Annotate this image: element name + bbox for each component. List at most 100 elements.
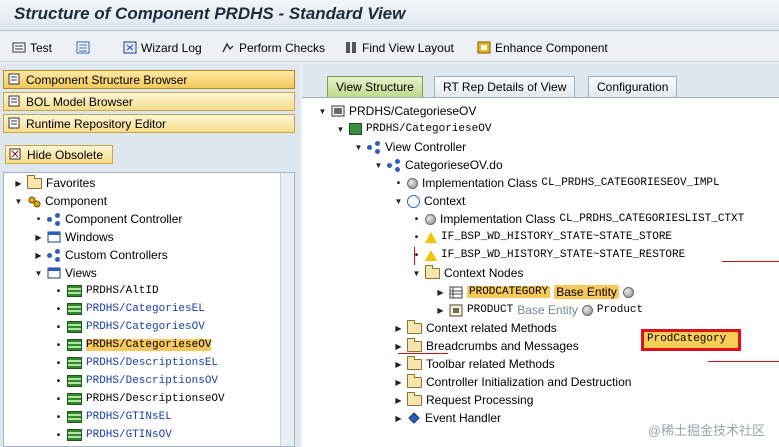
expand-arrow-icon[interactable]: ▶ [436, 288, 445, 297]
view-icon [67, 411, 82, 423]
checks-icon [221, 41, 235, 54]
component-tree: ▶ Favorites ▼ Component • Component Cont… [3, 172, 295, 447]
test-label: Test [30, 40, 53, 55]
collapse-arrow-icon[interactable]: ▼ [34, 269, 43, 278]
tree-label: PRDHS/AltID [86, 285, 159, 297]
collapse-arrow-icon[interactable]: ▼ [394, 197, 403, 206]
folder-icon [407, 355, 422, 370]
tree-label: PRDHS/GTINsOV [86, 429, 172, 441]
annotation-line [398, 353, 448, 354]
tree-label: CategorieseOV.do [405, 158, 503, 172]
find-view-layout-button[interactable]: Find View Layout [344, 39, 454, 56]
view-item[interactable]: • PRDHS/CategoriesOV [54, 318, 205, 336]
collapse-arrow-icon[interactable]: ▼ [412, 269, 421, 278]
expand-arrow-icon[interactable]: ▶ [394, 324, 403, 333]
hide-obsolete-button[interactable]: Hide Obsolete [5, 145, 113, 164]
node-icon [449, 286, 463, 299]
tree-ctx-impl-class[interactable]: • Implementation Class CL_PRDHS_CATEGORI… [412, 210, 745, 228]
test-button[interactable]: Test [12, 39, 52, 56]
tree-view[interactable]: ▼ PRDHS/CategorieseOV [336, 120, 491, 138]
expand-arrow-icon[interactable]: ▶ [394, 342, 403, 351]
tree-item-views[interactable]: ▼ Views [34, 264, 97, 282]
bullet-icon: • [56, 393, 61, 405]
bol-model-browser-button[interactable]: BOL Model Browser [3, 92, 295, 111]
view-icon [67, 285, 82, 297]
collapse-arrow-icon[interactable]: ▼ [318, 107, 327, 116]
tree-node-product[interactable]: ▶ PRODUCT Base Entity Product [436, 301, 643, 319]
tree-item-component-controller[interactable]: • Component Controller [34, 210, 183, 228]
tree-impl-class[interactable]: • Implementation Class CL_PRDHS_CATEGORI… [394, 174, 720, 192]
runtime-repository-editor-button[interactable]: Runtime Repository Editor [3, 114, 295, 133]
view-icon [67, 393, 82, 405]
vertical-scrollbar[interactable] [280, 173, 294, 446]
tab-configuration[interactable]: Configuration [588, 76, 678, 97]
tab-view-structure[interactable]: View Structure [327, 76, 423, 97]
tree-root[interactable]: ▼ PRDHS/CategorieseOV [318, 102, 477, 120]
expand-arrow-icon[interactable]: ▶ [394, 396, 403, 405]
highlighted-entity-value: ProdCategory [641, 329, 741, 351]
view-item[interactable]: • PRDHS/CategoriesEL [54, 300, 205, 318]
tree-folder[interactable]: ▶ Request Processing [394, 391, 533, 409]
base-entity-label: Base Entity [554, 285, 619, 299]
list-button[interactable] [76, 39, 90, 56]
tree-node-prodcategory[interactable]: ▶ PRODCATEGORY Base Entity [436, 283, 634, 301]
bullet-icon: • [396, 177, 401, 189]
view-item[interactable]: • PRDHS/AltID [54, 282, 159, 300]
controller-icon [47, 248, 61, 262]
tree-view-controller[interactable]: ▼ View Controller [354, 138, 467, 156]
tree-method-store[interactable]: • IF_BSP_WD_HISTORY_STATE~STATE_STORE [412, 228, 672, 246]
component-structure-browser-button[interactable]: Component Structure Browser [3, 70, 295, 89]
expand-arrow-icon[interactable]: ▶ [394, 378, 403, 387]
perform-checks-button[interactable]: Perform Checks [221, 39, 325, 56]
tree-label: Implementation Class [422, 176, 538, 190]
component-icon [27, 195, 41, 208]
view-item[interactable]: • PRDHS/GTINsOV [54, 426, 172, 444]
tree-label: Views [65, 266, 97, 280]
expand-arrow-icon[interactable]: ▶ [34, 251, 43, 260]
collapse-arrow-icon[interactable]: ▼ [14, 197, 23, 206]
expand-arrow-icon[interactable]: ▶ [34, 233, 43, 242]
annotation-line [722, 261, 779, 262]
tree-event-handler[interactable]: ▶ Event Handler [394, 409, 501, 427]
perform-checks-label: Perform Checks [239, 40, 326, 55]
tree-label: PRDHS/CategorieseOV [349, 104, 477, 118]
tree-folder[interactable]: ▶ Toolbar related Methods [394, 355, 555, 373]
enhance-component-button[interactable]: Enhance Component [477, 39, 608, 56]
view-item[interactable]: • PRDHS/DescriptionseOV [54, 390, 225, 408]
expand-arrow-icon[interactable]: ▶ [394, 360, 403, 369]
tree-item-custom-controllers[interactable]: ▶ Custom Controllers [34, 246, 167, 264]
view-icon [67, 357, 82, 369]
tree-context-nodes[interactable]: ▼ Context Nodes [412, 264, 523, 282]
tree-folder[interactable]: ▶ Controller Initialization and Destruct… [394, 373, 631, 391]
class-icon [407, 177, 418, 189]
collapse-arrow-icon[interactable]: ▼ [374, 161, 383, 170]
tree-context[interactable]: ▼ Context [394, 192, 466, 210]
view-item-selected[interactable]: • PRDHS/CategorieseOV [54, 336, 212, 354]
editor-icon [8, 117, 22, 130]
view-item[interactable]: • PRDHS/DescriptionsOV [54, 372, 218, 390]
tab-rt-rep-details[interactable]: RT Rep Details of View [434, 76, 576, 97]
tree-label: Component Controller [65, 212, 183, 226]
tree-controller-file[interactable]: ▼ CategorieseOV.do [374, 156, 503, 174]
folder-icon [27, 174, 42, 189]
tree-label: IF_BSP_WD_HISTORY_STATE~STATE_RESTORE [441, 249, 686, 261]
tree-item-favorites[interactable]: ▶ Favorites [14, 174, 95, 192]
bol-model-browser-label: BOL Model Browser [26, 94, 133, 109]
tree-label: PRDHS/DescriptionsOV [86, 375, 219, 387]
expand-arrow-icon[interactable]: ▶ [436, 306, 445, 315]
tree-method-restore[interactable]: • IF_BSP_WD_HISTORY_STATE~STATE_RESTORE [412, 246, 685, 264]
wizard-log-button[interactable]: Wizard Log [123, 39, 202, 56]
bullet-icon: • [414, 213, 419, 225]
collapse-arrow-icon[interactable]: ▼ [336, 125, 345, 134]
bullet-icon: • [56, 285, 61, 297]
expand-arrow-icon[interactable]: ▶ [394, 414, 403, 423]
expand-arrow-icon[interactable]: ▶ [14, 179, 23, 188]
tree-item-component[interactable]: ▼ Component [14, 192, 108, 210]
view-item[interactable]: • PRDHS/DescriptionsEL [54, 354, 218, 372]
tree-folder[interactable]: ▶ Context related Methods [394, 319, 557, 337]
view-item[interactable]: • PRDHS/GTINsEL [54, 408, 172, 426]
bullet-icon: • [36, 213, 41, 225]
tree-item-windows[interactable]: ▶ Windows [34, 228, 113, 246]
bullet-icon: • [414, 231, 419, 243]
collapse-arrow-icon[interactable]: ▼ [354, 143, 363, 152]
